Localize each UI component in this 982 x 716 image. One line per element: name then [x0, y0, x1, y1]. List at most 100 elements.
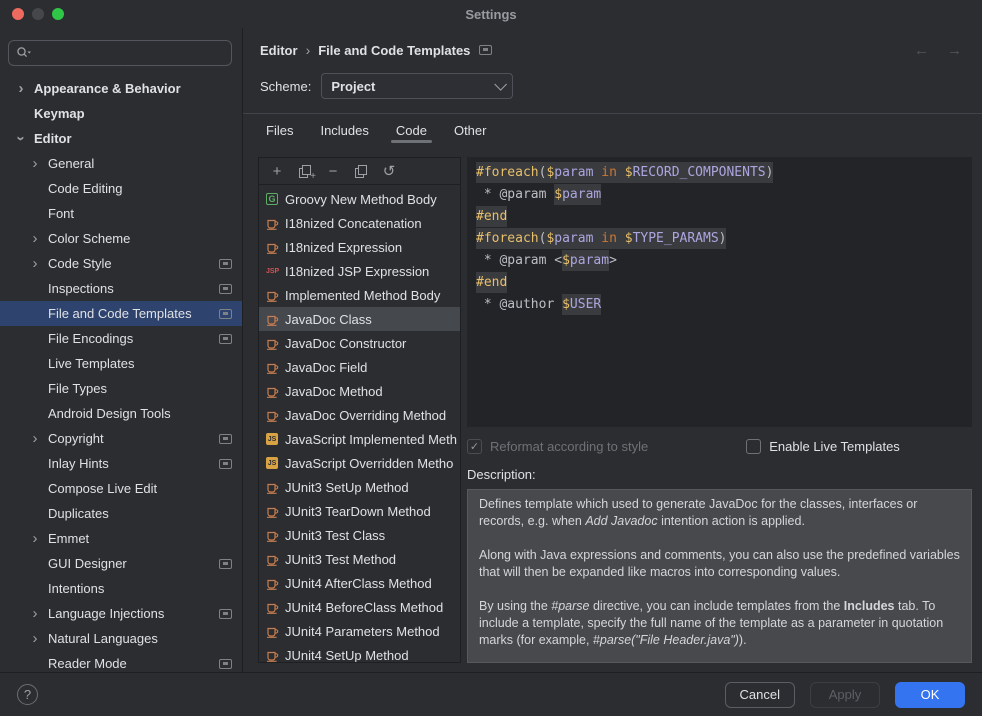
sidebar-item-intentions[interactable]: Intentions	[0, 576, 242, 601]
sidebar-item-gui-designer[interactable]: GUI Designer	[0, 551, 242, 576]
description-paragraph: Defines template which used to generate …	[479, 496, 960, 530]
template-options: ✓ Reformat according to style Enable Liv…	[467, 439, 972, 454]
template-item-label: JUnit3 Test Method	[285, 552, 396, 567]
template-item-junit4-parameters-method[interactable]: JUnit4 Parameters Method	[259, 619, 460, 643]
sidebar-item-language-injections[interactable]: ›Language Injections	[0, 601, 242, 626]
template-item-javascript-implemented-meth[interactable]: JSJavaScript Implemented Meth	[259, 427, 460, 451]
chevron-right-icon[interactable]: ›	[27, 156, 43, 171]
project-level-icon	[219, 609, 232, 619]
sidebar-item-label: Appearance & Behavior	[34, 81, 181, 96]
project-level-icon	[219, 559, 232, 569]
template-item-javadoc-field[interactable]: JavaDoc Field	[259, 355, 460, 379]
description-box: Defines template which used to generate …	[467, 489, 972, 663]
chevron-right-icon[interactable]: ›	[27, 631, 43, 646]
zoom-window-button[interactable]	[52, 8, 64, 20]
java-file-icon	[266, 409, 285, 422]
chevron-right-icon[interactable]: ›	[27, 231, 43, 246]
breadcrumb-item-editor[interactable]: Editor	[260, 43, 298, 58]
cancel-button[interactable]: Cancel	[725, 682, 795, 708]
template-item-i18nized-expression[interactable]: I18nized Expression	[259, 235, 460, 259]
sidebar-item-copyright[interactable]: ›Copyright	[0, 426, 242, 451]
sidebar-item-general[interactable]: ›General	[0, 151, 242, 176]
template-item-junit3-test-class[interactable]: JUnit3 Test Class	[259, 523, 460, 547]
template-item-javadoc-constructor[interactable]: JavaDoc Constructor	[259, 331, 460, 355]
sidebar-item-appearance-behavior[interactable]: › Appearance & Behavior	[0, 76, 242, 101]
sidebar-item-android-design-tools[interactable]: Android Design Tools	[0, 401, 242, 426]
reformat-checkbox[interactable]: ✓ Reformat according to style	[467, 439, 648, 454]
copy-icon[interactable]	[355, 165, 367, 178]
tab-other[interactable]: Other	[454, 123, 487, 146]
template-item-javadoc-overriding-method[interactable]: JavaDoc Overriding Method	[259, 403, 460, 427]
description-paragraph: By using the #parse directive, you can i…	[479, 598, 960, 649]
template-item-junit3-teardown-method[interactable]: JUnit3 TearDown Method	[259, 499, 460, 523]
sidebar-item-inlay-hints[interactable]: Inlay Hints	[0, 451, 242, 476]
template-item-javadoc-method[interactable]: JavaDoc Method	[259, 379, 460, 403]
search-icon	[16, 46, 32, 60]
duplicate-icon[interactable]: +	[299, 165, 311, 178]
add-icon[interactable]: +	[270, 164, 284, 179]
chevron-right-icon[interactable]: ›	[27, 431, 43, 446]
sidebar-item-emmet[interactable]: ›Emmet	[0, 526, 242, 551]
close-window-button[interactable]	[12, 8, 24, 20]
chevron-right-icon[interactable]: ›	[27, 256, 43, 271]
sidebar-item-keymap[interactable]: Keymap	[0, 101, 242, 126]
template-item-junit4-setup-method[interactable]: JUnit4 SetUp Method	[259, 643, 460, 662]
sidebar-item-file-and-code-templates[interactable]: File and Code Templates	[0, 301, 242, 326]
enable-live-templates-checkbox[interactable]: Enable Live Templates	[746, 439, 900, 454]
tab-code[interactable]: Code	[396, 123, 427, 146]
sidebar-item-editor[interactable]: ›Editor	[0, 126, 242, 151]
sidebar-item-reader-mode[interactable]: Reader Mode	[0, 651, 242, 672]
template-item-junit3-setup-method[interactable]: JUnit3 SetUp Method	[259, 475, 460, 499]
template-item-junit4-beforeclass-method[interactable]: JUnit4 BeforeClass Method	[259, 595, 460, 619]
tab-files[interactable]: Files	[266, 123, 293, 146]
template-item-javadoc-class[interactable]: JavaDoc Class	[259, 307, 460, 331]
sidebar-item-code-style[interactable]: › Code Style	[0, 251, 242, 276]
tab-includes[interactable]: Includes	[320, 123, 368, 146]
sidebar-item-color-scheme[interactable]: ›Color Scheme	[0, 226, 242, 251]
settings-search-input[interactable]	[8, 40, 232, 66]
template-item-label: JavaDoc Constructor	[285, 336, 406, 351]
chevron-right-icon[interactable]: ›	[27, 531, 43, 546]
java-file-icon	[266, 649, 285, 662]
sidebar-item-inspections[interactable]: Inspections	[0, 276, 242, 301]
ok-button[interactable]: OK	[895, 682, 965, 708]
sidebar-item-font[interactable]: Font	[0, 201, 242, 226]
scheme-select[interactable]: Project	[321, 73, 513, 99]
template-item-junit3-test-method[interactable]: JUnit3 Test Method	[259, 547, 460, 571]
chevron-right-icon[interactable]: ›	[13, 81, 29, 96]
template-item-implemented-method-body[interactable]: Implemented Method Body	[259, 283, 460, 307]
breadcrumb-separator: ›	[306, 42, 311, 58]
code-line: #foreach($param in $RECORD_COMPONENTS)	[476, 162, 963, 184]
js-file-icon: JS	[266, 457, 285, 469]
forward-icon[interactable]: →	[947, 42, 962, 59]
sidebar-item-live-templates[interactable]: Live Templates	[0, 351, 242, 376]
template-item-label: I18nized JSP Expression	[285, 264, 429, 279]
sidebar-item-file-encodings[interactable]: File Encodings	[0, 326, 242, 351]
apply-button[interactable]: Apply	[810, 682, 880, 708]
template-item-javascript-overridden-metho[interactable]: JSJavaScript Overridden Metho	[259, 451, 460, 475]
template-item-groovy-new-method-body[interactable]: GGroovy New Method Body	[259, 187, 460, 211]
breadcrumb-item-file-and-code-templates[interactable]: File and Code Templates	[318, 43, 470, 58]
template-item-label: JavaScript Overridden Metho	[285, 456, 453, 471]
template-item-i18nized-jsp-expression[interactable]: JSPI18nized JSP Expression	[259, 259, 460, 283]
sidebar-item-natural-languages[interactable]: ›Natural Languages	[0, 626, 242, 651]
chevron-down-icon[interactable]: ›	[14, 131, 29, 147]
project-level-icon	[219, 334, 232, 344]
template-item-junit4-afterclass-method[interactable]: JUnit4 AfterClass Method	[259, 571, 460, 595]
sidebar-item-label: Android Design Tools	[48, 406, 171, 421]
sidebar-item-duplicates[interactable]: Duplicates	[0, 501, 242, 526]
java-file-icon	[266, 505, 285, 518]
sidebar-item-compose-live-edit[interactable]: Compose Live Edit	[0, 476, 242, 501]
back-icon[interactable]: ←	[914, 42, 929, 59]
help-button[interactable]: ?	[17, 684, 38, 705]
sidebar-item-file-types[interactable]: File Types	[0, 376, 242, 401]
sidebar-item-code-editing[interactable]: Code Editing	[0, 176, 242, 201]
template-item-i18nized-concatenation[interactable]: I18nized Concatenation	[259, 211, 460, 235]
chevron-right-icon[interactable]: ›	[27, 606, 43, 621]
minimize-window-button	[32, 8, 44, 20]
sidebar-item-label: Code Style	[48, 256, 112, 271]
remove-icon[interactable]: −	[326, 164, 340, 179]
plus-badge-icon: +	[310, 172, 316, 182]
template-editor[interactable]: #foreach($param in $RECORD_COMPONENTS) *…	[467, 157, 972, 427]
reset-icon[interactable]: ↺	[382, 164, 396, 179]
